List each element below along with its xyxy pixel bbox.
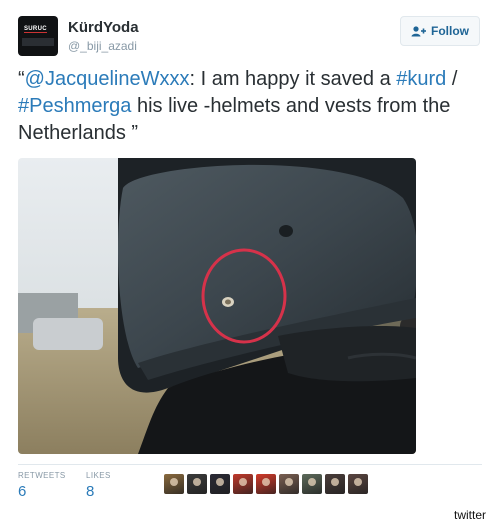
liker-avatar-4-face [239, 478, 247, 486]
close-quote: ” [131, 122, 139, 144]
hashtag-kurd-link[interactable]: #kurd [396, 68, 446, 90]
author-avatar[interactable]: SURUC [18, 16, 58, 56]
follow-button[interactable]: Follow [400, 16, 480, 46]
liker-avatar-9-face [354, 478, 362, 486]
liker-avatar-1-face [170, 478, 178, 486]
liker-avatar-3[interactable] [210, 474, 230, 494]
liker-avatar-2[interactable] [187, 474, 207, 494]
likes-label[interactable]: LIKES [86, 471, 111, 480]
liker-avatar-5-face [262, 478, 270, 486]
liker-avatar-8-face [331, 478, 339, 486]
liker-avatar-1[interactable] [164, 474, 184, 494]
hashtag-separator: / [446, 68, 458, 90]
twitter-watermark: twitter [454, 508, 487, 522]
liker-avatar-3-face [216, 478, 224, 486]
retweets-count[interactable]: 6 [18, 483, 26, 500]
liker-avatar-6[interactable] [279, 474, 299, 494]
liker-avatar-4[interactable] [233, 474, 253, 494]
follow-label: Follow [431, 24, 469, 38]
avatar-graphic [22, 38, 54, 46]
mention-link[interactable]: @JacquelineWxxx [25, 68, 190, 90]
liker-avatar-8[interactable] [325, 474, 345, 494]
helmet-photo-illustration [18, 158, 416, 454]
stats-divider [18, 464, 482, 465]
liker-avatar-7-face [308, 478, 316, 486]
tweet-text-part-1: : I am happy it saved a [189, 68, 397, 90]
hashtag-peshmerga-link[interactable]: #Peshmerga [18, 95, 131, 117]
liker-avatar-7[interactable] [302, 474, 322, 494]
retweets-label[interactable]: RETWEETS [18, 471, 66, 480]
liker-avatar-2-face [193, 478, 201, 486]
open-quote: “ [18, 68, 25, 90]
tweet-card: SURUC KürdYoda @_biji_azadi Follow “@Jac… [0, 0, 500, 530]
author-handle[interactable]: @_biji_azadi [68, 39, 137, 53]
liker-avatar-5[interactable] [256, 474, 276, 494]
tweet-photo[interactable] [18, 158, 416, 454]
liker-avatar-6-face [285, 478, 293, 486]
author-name[interactable]: KürdYoda [68, 19, 139, 36]
avatar-text: SURUC [24, 26, 47, 33]
liker-avatar-9[interactable] [348, 474, 368, 494]
likes-count[interactable]: 8 [86, 483, 94, 500]
tweet-text: “@JacquelineWxxx: I am happy it saved a … [18, 66, 488, 147]
add-user-icon [411, 25, 426, 36]
liker-avatars [164, 474, 368, 494]
